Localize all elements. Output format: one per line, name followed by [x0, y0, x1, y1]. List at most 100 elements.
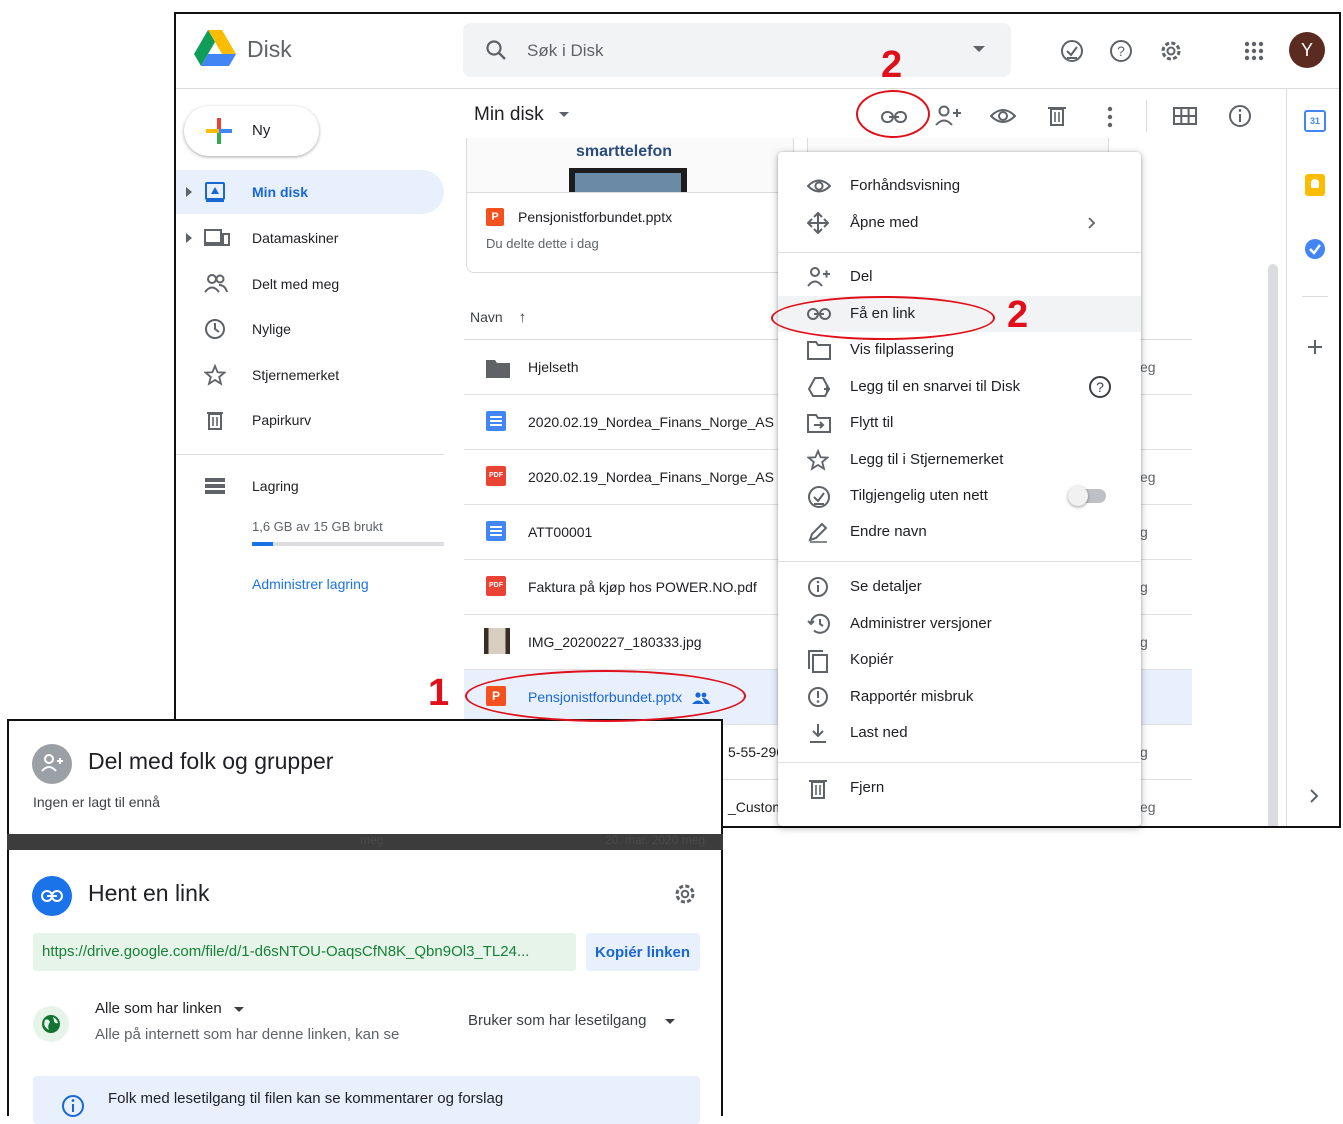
search-options-icon[interactable] [973, 46, 985, 52]
role-dropdown[interactable]: Bruker som har lesetilgang [468, 1012, 675, 1029]
menu-item-share[interactable]: Del [778, 259, 1141, 295]
menu-item-copy[interactable]: Kopiér [778, 642, 1141, 678]
help-icon[interactable]: ? [1088, 375, 1112, 399]
file-owner: g [1140, 744, 1148, 760]
link-settings-gear-icon[interactable] [673, 882, 697, 906]
menu-item-details[interactable]: Se detaljer [778, 569, 1141, 605]
card-thumbnail-title: smarttelefon [576, 143, 673, 160]
new-button[interactable]: Ny [184, 106, 319, 156]
plus-icon [206, 118, 232, 144]
menu-item-open-with[interactable]: Åpne med [778, 205, 1141, 241]
file-owner: g [1140, 634, 1148, 650]
sidebar-item-starred[interactable]: Stjernemerket [176, 353, 444, 397]
menu-item-label: Åpne med [850, 214, 919, 231]
file-name: Faktura på kjøp hos POWER.NO.pdf [528, 579, 757, 595]
calendar-icon[interactable]: 31 [1304, 110, 1326, 132]
menu-item-download[interactable]: Last ned [778, 715, 1141, 751]
menu-item-report[interactable]: Rapportér misbruk [778, 679, 1141, 715]
open-with-icon [807, 212, 829, 234]
menu-item-versions[interactable]: Administrer versjoner [778, 606, 1141, 642]
copy-icon [807, 649, 829, 673]
breadcrumb-label: Min disk [474, 104, 544, 125]
chevron-down-icon [558, 112, 569, 118]
chevron-down-icon [664, 1018, 675, 1024]
keep-icon[interactable] [1305, 174, 1325, 196]
sidebar-item-my-drive[interactable]: Min disk [176, 170, 444, 214]
sidebar-item-label: Datamaskiner [252, 230, 339, 246]
search-icon[interactable] [485, 39, 507, 61]
sidebar-item-recent[interactable]: Nylige [176, 307, 444, 351]
menu-item-remove[interactable]: Fjern [778, 770, 1141, 806]
divider [176, 454, 444, 455]
file-name: IMG_20200227_180333.jpg [528, 634, 702, 650]
menu-item-move[interactable]: Flytt til [778, 405, 1141, 441]
sort-arrow-up-icon[interactable]: ↑ [519, 309, 527, 326]
copy-link-button[interactable]: Kopiér linken [586, 933, 700, 971]
delete-trash-icon[interactable] [1046, 104, 1068, 128]
share-person-add-icon[interactable] [934, 104, 962, 128]
file-owner: g [1140, 524, 1148, 540]
column-header-name[interactable]: Navn ↑ [470, 309, 526, 326]
expand-caret-icon[interactable] [186, 187, 192, 197]
menu-item-rename[interactable]: Endre navn [778, 514, 1141, 550]
card-thumbnail: smarttelefon [467, 138, 793, 193]
storage-icon [204, 475, 226, 497]
sidebar-item-storage[interactable]: Lagring [176, 464, 444, 508]
settings-gear-icon[interactable] [1158, 38, 1184, 64]
apps-grid-icon[interactable] [1241, 38, 1267, 64]
offline-icon [807, 485, 830, 508]
search-input[interactable]: Søk i Disk [463, 23, 1011, 77]
quick-access-card[interactable]: smarttelefon P Pensjonistforbundet.pptx … [466, 138, 794, 273]
info-icon [807, 576, 829, 598]
menu-item-label: Fjern [850, 779, 885, 796]
folder-icon [486, 358, 510, 378]
chevron-down-icon [233, 1006, 244, 1012]
quick-access-card-2[interactable] [807, 138, 1109, 152]
offline-ready-icon[interactable] [1059, 38, 1085, 64]
add-addon-plus-icon[interactable] [1306, 338, 1324, 356]
share-people-panel: Del med folk og grupper Ingen er lagt ti… [7, 719, 723, 834]
google-doc-icon [486, 411, 506, 431]
menu-item-label: Legg til i Stjernemerket [850, 451, 1004, 468]
menu-item-preview[interactable]: Forhåndsvisning [778, 168, 1141, 204]
pdf-file-icon: PDF [486, 466, 506, 486]
shared-icon [204, 273, 228, 295]
menu-item-offline[interactable]: Tilgjengelig uten nett [778, 478, 1141, 514]
access-scope-label: Alle som har linken [95, 1000, 222, 1017]
scrollbar-thumb[interactable] [1268, 264, 1278, 826]
avatar[interactable]: Y [1289, 32, 1325, 68]
google-doc-icon [486, 521, 506, 541]
svg-text:?: ? [1117, 43, 1125, 59]
chevron-right-icon[interactable] [1309, 788, 1319, 804]
menu-item-label: Se detaljer [850, 578, 922, 595]
info-banner: Folk med lesetilgang til filen kan se ko… [33, 1076, 700, 1124]
more-vert-icon[interactable] [1107, 106, 1113, 128]
sidebar-item-trash[interactable]: Papirkurv [176, 398, 444, 442]
side-panel: 31 [1286, 88, 1339, 826]
tasks-icon[interactable] [1305, 239, 1325, 259]
context-menu: Forhåndsvisning Åpne med Del Få en link … [778, 152, 1141, 826]
offline-toggle[interactable] [1068, 486, 1110, 506]
details-info-icon[interactable] [1228, 104, 1252, 128]
folder-icon [807, 339, 831, 361]
expand-caret-icon[interactable] [186, 233, 192, 243]
help-icon[interactable]: ? [1108, 38, 1134, 64]
drive-window: Disk Søk i Disk ? Y Ny Min disk Datamask… [174, 12, 1341, 828]
get-link-panel: Hent en link https://drive.google.com/fi… [7, 850, 723, 1124]
grid-view-icon[interactable] [1173, 106, 1197, 126]
breadcrumb[interactable]: Min disk [474, 104, 569, 126]
share-title: Del med folk og grupper [88, 748, 334, 774]
link-url-field[interactable]: https://drive.google.com/file/d/1-d6sNTO… [33, 933, 576, 971]
backdrop-strip: meg 20. mar. 2020 meg [7, 833, 723, 850]
report-icon [807, 686, 829, 708]
sidebar-item-computers[interactable]: Datamaskiner [176, 216, 444, 260]
menu-item-star[interactable]: Legg til i Stjernemerket [778, 442, 1141, 478]
card-subtitle: Du delte dette i dag [486, 236, 599, 251]
drive-logo[interactable] [194, 30, 236, 68]
menu-separator [778, 762, 1141, 763]
menu-item-add-shortcut[interactable]: Legg til en snarvei til Disk ? [778, 369, 1141, 405]
preview-eye-icon[interactable] [990, 106, 1016, 126]
access-scope-dropdown[interactable]: Alle som har linken [95, 1000, 244, 1017]
manage-storage-link[interactable]: Administrer lagring [252, 576, 369, 592]
sidebar-item-shared[interactable]: Delt med meg [176, 262, 444, 306]
